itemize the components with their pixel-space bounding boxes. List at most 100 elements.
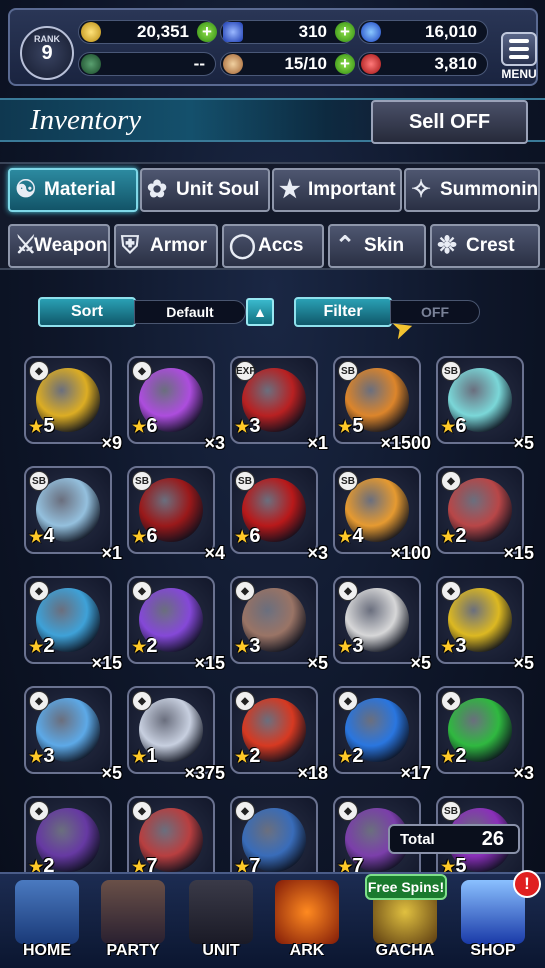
item-type-badge: ◆ xyxy=(29,361,49,381)
tab-crest[interactable]: ❉ Crest xyxy=(430,224,540,268)
rarity-value: 7 xyxy=(249,855,261,872)
crest-icon: ❉ xyxy=(437,232,458,259)
inventory-item-red-beast[interactable]: SB ★6 ×4 xyxy=(127,466,225,563)
inventory-item-blue-gem[interactable]: ◆ ★2 ×17 xyxy=(333,686,431,783)
sort-order-button[interactable]: ▲ xyxy=(246,298,274,326)
inventory-item-red-gem[interactable]: ◆ ★2 ×18 xyxy=(230,686,328,783)
inventory-item-purple-crystal[interactable]: ◆ ★2 ×15 xyxy=(127,576,225,673)
rarity-stars: ★6 xyxy=(132,415,157,438)
tab-armor[interactable]: ⛨ Armor xyxy=(114,224,218,268)
inventory-item-rainbow-crystal[interactable]: SB ★6 ×5 xyxy=(436,356,534,453)
inventory-item-horn[interactable]: ◆ ★3 ×5 xyxy=(230,576,328,673)
rarity-stars: ★6 xyxy=(441,415,466,438)
page-title: Inventory xyxy=(30,104,142,136)
gil-coin-icon xyxy=(81,22,101,42)
menu-button[interactable]: MENU xyxy=(498,32,540,88)
inventory-item-blue-cluster[interactable]: ◆ ★7 xyxy=(230,796,318,872)
sort-control: Sort Default ▲ xyxy=(38,297,278,327)
inventory-item-rainbow-orb[interactable]: ◆ ★6 ×3 xyxy=(127,356,225,453)
item-type-badge: ◆ xyxy=(235,581,255,601)
inventory-item-golden-apple[interactable]: ◆ ★3 ×5 xyxy=(436,576,534,673)
lapis-crystal-icon xyxy=(223,22,243,42)
inventory-item-green-gem[interactable]: ◆ ★2 ×3 xyxy=(436,686,534,783)
nav-unit[interactable]: UNIT xyxy=(186,880,256,964)
rarity-value: 7 xyxy=(146,855,158,872)
item-quantity: ×1 xyxy=(101,543,122,563)
sort-value[interactable]: Default xyxy=(134,300,246,324)
inventory-item-soul-portrait[interactable]: SB ★5 ×1500 xyxy=(333,356,431,453)
shop-notification-badge: ! xyxy=(513,870,541,898)
rarity-value: 5 xyxy=(352,415,364,437)
inventory-item-blue-bottle[interactable]: ◆ ★2 ×15 xyxy=(24,576,122,673)
inventory-item-white-shard[interactable]: ◆ ★1 ×375 xyxy=(127,686,225,783)
inventory-item-blue-bone[interactable]: ◆ ★3 ×5 xyxy=(24,686,122,783)
sell-toggle-button[interactable]: Sell OFF xyxy=(371,100,528,144)
rarity-stars: ★4 xyxy=(29,525,54,548)
rank-badge[interactable]: RANK 9 xyxy=(20,26,74,80)
nav-party[interactable]: PARTY xyxy=(98,880,168,964)
gil-counter: 20,351 + xyxy=(78,20,217,44)
add-gil-button[interactable]: + xyxy=(197,22,217,42)
inventory-item-silver-tablet[interactable]: SB ★4 ×1 xyxy=(24,466,122,563)
sort-button[interactable]: Sort xyxy=(38,297,136,327)
rarity-value: 3 xyxy=(455,635,467,657)
inventory-item-red-cloth[interactable]: ◆ ★3 ×5 xyxy=(333,576,431,673)
item-type-badge: SB xyxy=(235,471,255,491)
nav-ark[interactable]: ARK xyxy=(272,880,342,964)
tab-weapon[interactable]: ⚔ Weapon xyxy=(8,224,110,268)
rarity-value: 2 xyxy=(455,525,467,547)
tab-unit-soul[interactable]: ✿ Unit Soul xyxy=(140,168,270,212)
rarity-stars: ★2 xyxy=(29,635,54,658)
star-icon: ★ xyxy=(235,419,250,436)
rarity-value: 3 xyxy=(249,415,261,437)
rarity-value: 2 xyxy=(249,745,261,767)
filter-button[interactable]: Filter xyxy=(294,297,392,327)
tab-summoning[interactable]: ✧ Summoning xyxy=(404,168,540,212)
item-type-badge: ◆ xyxy=(338,801,358,821)
inventory-item-red-potion[interactable]: EXP ★3 ×1 xyxy=(230,356,328,453)
rarity-stars: ★6 xyxy=(132,525,157,548)
star-icon: ★ xyxy=(338,749,353,766)
inventory-item-red-cluster[interactable]: ◆ ★7 xyxy=(127,796,215,872)
item-type-badge: SB xyxy=(132,471,152,491)
rarity-value: 7 xyxy=(352,855,364,872)
phoenix-icon xyxy=(275,880,339,944)
rarity-stars: ★1 xyxy=(132,745,157,768)
nav-home[interactable]: HOME xyxy=(12,880,82,964)
item-quantity: ×15 xyxy=(503,543,534,563)
inventory-item-red-warrior[interactable]: SB ★6 ×3 xyxy=(230,466,328,563)
menu-label: MENU xyxy=(501,67,537,81)
tab-accs[interactable]: ◯ Accs xyxy=(222,224,324,268)
item-type-badge: SB xyxy=(29,471,49,491)
app-screen: RANK 9 20,351 + 310 + 16,010 -- 15/10 + … xyxy=(0,0,545,968)
star-icon: ★ xyxy=(441,529,456,546)
star-icon: ★ xyxy=(29,749,44,766)
bottom-nav: HOME PARTY UNIT ARK GACHA SHOP xyxy=(0,872,545,968)
rarity-value: 2 xyxy=(455,745,467,767)
rarity-value: 3 xyxy=(43,745,55,767)
inventory-item-dark-gem[interactable]: ◆★2×1 xyxy=(24,796,112,872)
item-type-badge: SB xyxy=(338,471,358,491)
add-lapis-button[interactable]: + xyxy=(335,22,355,42)
add-daily-button[interactable]: + xyxy=(335,54,355,74)
star-icon: ★ xyxy=(132,859,147,872)
tab-important[interactable]: ★ Important xyxy=(272,168,402,212)
rarity-stars: ★6 xyxy=(235,525,260,548)
item-type-badge: SB xyxy=(441,801,461,821)
item-quantity: ×3 xyxy=(204,433,225,453)
item-type-badge: ◆ xyxy=(132,361,152,381)
item-quantity: ×3 xyxy=(307,543,328,563)
rarity-value: 5 xyxy=(43,415,55,437)
tab-material[interactable]: ☯ Material xyxy=(8,168,138,212)
inventory-item-raw-meat[interactable]: ◆ ★2 ×15 xyxy=(436,466,534,563)
item-quantity: ×15 xyxy=(91,653,122,673)
arena-counter: -- xyxy=(78,52,216,76)
star-icon: ★ xyxy=(29,639,44,656)
energy-value: 16,010 xyxy=(425,22,477,41)
tab-skin[interactable]: ⌃ Skin xyxy=(328,224,426,268)
inventory-item-gold-bars[interactable]: ◆ ★5 ×9 xyxy=(24,356,122,453)
inventory-item-orange-flask[interactable]: SB ★4 ×100 xyxy=(333,466,431,563)
triangle-up-icon: ▲ xyxy=(253,304,267,320)
rarity-value: 2 xyxy=(352,745,364,767)
star-icon: ★ xyxy=(29,529,44,546)
